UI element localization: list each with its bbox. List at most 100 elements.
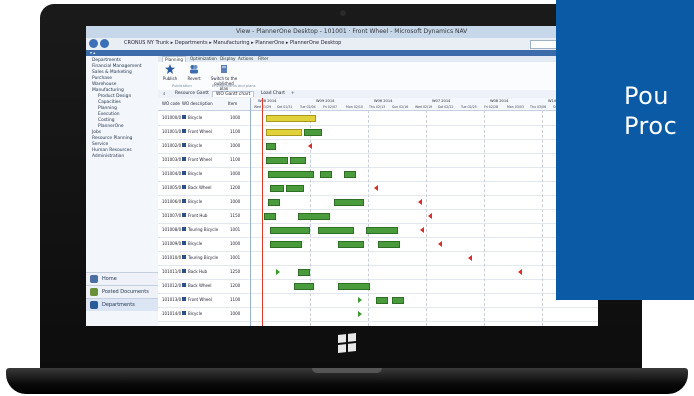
gantt-bar[interactable] xyxy=(338,283,370,290)
week-label: W09 2014 xyxy=(316,99,335,103)
day-label: Thu 03/06 xyxy=(530,105,547,109)
table-row[interactable]: 101005/0 Back Wheel 1200 xyxy=(158,181,598,196)
day-label: Sun 02/16 xyxy=(392,105,409,109)
late-marker-icon[interactable] xyxy=(374,185,378,191)
nav-strip-label[interactable]: ▾ ▴ xyxy=(90,50,95,55)
wo-code-cell: 101004/0 xyxy=(162,171,182,176)
late-marker-icon[interactable] xyxy=(418,199,422,205)
gantt-bar[interactable] xyxy=(392,297,404,304)
gantt-bar[interactable] xyxy=(290,157,306,164)
gantt-bar[interactable] xyxy=(266,157,288,164)
start-marker-icon[interactable] xyxy=(358,297,362,303)
forward-arrow-icon[interactable] xyxy=(100,39,109,48)
ribbon-tab-filter[interactable]: Filter xyxy=(258,56,268,61)
gantt-bar[interactable] xyxy=(338,241,364,248)
gantt-bar[interactable] xyxy=(294,283,314,290)
item-cell: 1200 xyxy=(230,283,241,288)
search-icon[interactable]: ⌕ xyxy=(160,91,168,97)
gantt-bar[interactable] xyxy=(298,269,310,276)
wo-description-cell: Bicycle xyxy=(188,115,203,120)
gantt-bar[interactable] xyxy=(268,171,314,178)
start-marker-icon[interactable] xyxy=(276,269,280,275)
table-row[interactable]: 101011/0 Back Hub 1250 xyxy=(158,265,598,280)
home-icon xyxy=(90,275,98,283)
table-row[interactable]: 101002/0 Bicycle 1000 xyxy=(158,139,598,154)
table-row[interactable]: 101012/0 Back Wheel 1200 xyxy=(158,279,598,294)
gantt-bar[interactable] xyxy=(270,241,302,248)
windows-logo-icon[interactable] xyxy=(338,333,356,353)
late-marker-icon[interactable] xyxy=(518,269,522,275)
tab-wo-gantt-chart[interactable]: WO Gantt chart xyxy=(212,91,255,97)
work-order-icon xyxy=(182,269,186,273)
gantt-bar[interactable] xyxy=(298,213,330,220)
day-label: Thu 02/13 xyxy=(369,105,386,109)
back-arrow-icon[interactable] xyxy=(89,39,98,48)
wo-code-cell: 101012/0 xyxy=(162,283,182,288)
ribbon-tab-actions[interactable]: Actions xyxy=(238,56,253,61)
gantt-bar[interactable] xyxy=(318,227,354,234)
ribbon-group-publication: Publication xyxy=(172,84,192,88)
item-cell: 1000 xyxy=(230,199,241,204)
breadcrumb[interactable]: CRONUS NY Trunk ▸ Departments ▸ Manufact… xyxy=(124,40,341,46)
sidebar-item[interactable]: Administration xyxy=(86,154,158,160)
table-row[interactable]: 101003/0 Front Wheel 1100 xyxy=(158,153,598,168)
gantt-bar[interactable] xyxy=(270,185,284,192)
gantt-bar[interactable] xyxy=(266,129,302,136)
ribbon-tab-display[interactable]: Display xyxy=(220,56,235,61)
late-marker-icon[interactable] xyxy=(428,213,432,219)
start-marker-icon[interactable] xyxy=(358,311,362,317)
column-header-wo-description[interactable]: WO description xyxy=(182,101,213,106)
bottom-nav-home[interactable]: Home xyxy=(86,272,158,285)
table-row[interactable]: 101010/0 Touring Bicycle 1001 xyxy=(158,251,598,266)
work-order-icon xyxy=(182,297,186,301)
late-marker-icon[interactable] xyxy=(420,227,424,233)
table-row[interactable]: 101007/0 Front Hub 1150 xyxy=(158,209,598,224)
column-header-wo-code[interactable]: WO code xyxy=(162,101,180,106)
posted-documents-icon xyxy=(90,288,98,296)
gantt-bar[interactable] xyxy=(378,241,400,248)
item-cell: 1100 xyxy=(230,129,241,134)
table-row[interactable]: 101014/0 Bicycle 1000 xyxy=(158,307,598,322)
publish-label: Publish xyxy=(162,76,178,81)
wo-code-cell: 101001/0 xyxy=(162,129,182,134)
screen: View - PlannerOne Desktop - 101001 · Fro… xyxy=(86,26,598,326)
gantt-bar[interactable] xyxy=(334,199,364,206)
gantt-bar[interactable] xyxy=(376,297,388,304)
gantt-bar[interactable] xyxy=(268,199,280,206)
wo-description-cell: Bicycle xyxy=(188,143,203,148)
tab-load-chart[interactable]: Load Chart xyxy=(258,91,288,96)
gantt-bar[interactable] xyxy=(270,227,310,234)
bottom-nav-posted[interactable]: Posted Documents xyxy=(86,285,158,298)
gantt-bar[interactable] xyxy=(266,143,276,150)
late-marker-icon[interactable] xyxy=(308,143,312,149)
gantt-bar[interactable] xyxy=(344,171,356,178)
gantt-bar[interactable] xyxy=(286,185,304,192)
ribbon-tab-optimization[interactable]: Optimization xyxy=(190,56,217,61)
add-tab-button[interactable]: + xyxy=(288,91,298,96)
work-order-icon xyxy=(182,255,186,259)
day-label: Sat 02/22 xyxy=(438,105,454,109)
table-row[interactable]: 101006/0 Bicycle 1000 xyxy=(158,195,598,210)
publish-button[interactable]: Publish xyxy=(160,64,180,81)
day-label: Fri 02/07 xyxy=(323,105,337,109)
column-header-item[interactable]: Item xyxy=(228,101,237,106)
tab-resource-gantt[interactable]: Resource Gantt xyxy=(172,91,212,96)
week-gridline xyxy=(368,110,369,326)
gantt-bar[interactable] xyxy=(366,227,398,234)
revert-button[interactable]: Revert xyxy=(184,64,204,81)
splitter[interactable] xyxy=(250,98,251,326)
item-cell: 1000 xyxy=(230,115,241,120)
gantt-bar[interactable] xyxy=(304,129,322,136)
gantt-bar[interactable] xyxy=(320,171,332,178)
sidebar: Departments Financial Management Sales & M… xyxy=(86,56,159,326)
day-label: Tue 02/25 xyxy=(461,105,477,109)
table-row[interactable]: 101000/0 Bicycle 1000 xyxy=(158,111,598,126)
late-marker-icon[interactable] xyxy=(438,241,442,247)
late-marker-icon[interactable] xyxy=(468,255,472,261)
table-row[interactable]: 101004/0 Bicycle 1000 xyxy=(158,167,598,182)
gantt-bar[interactable] xyxy=(264,213,276,220)
table-row[interactable]: 101001/0 Front Wheel 1100 xyxy=(158,125,598,140)
gantt-bar[interactable] xyxy=(266,115,316,122)
item-cell: 1200 xyxy=(230,185,241,190)
bottom-nav-departments[interactable]: Departments xyxy=(86,298,158,311)
